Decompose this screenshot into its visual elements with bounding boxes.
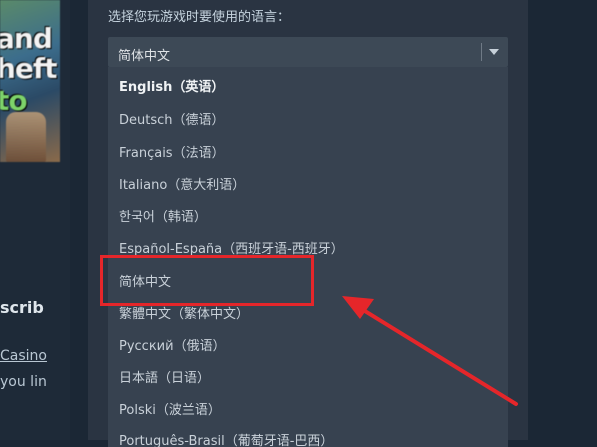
game-cover-image[interactable]: and heft to (0, 0, 60, 162)
subscribe-heading: scrib (0, 298, 44, 317)
annotation-highlight-box (100, 255, 314, 306)
game-logo-line: heft (0, 52, 57, 85)
language-option-russian[interactable]: Русский（俄语） (119, 334, 226, 360)
store-background: and heft to scrib Casino you lin (0, 0, 70, 440)
language-option-german[interactable]: Deutsch（德语） (119, 108, 225, 134)
language-option-japanese[interactable]: 日本語（日语） (119, 366, 210, 392)
language-option-korean[interactable]: 한국어（韩语） (119, 205, 207, 231)
character-figure (6, 112, 46, 162)
language-select-value: 简体中文 (118, 49, 171, 64)
language-option-english[interactable]: English（英语） (119, 75, 224, 101)
chevron-down-icon[interactable] (489, 49, 499, 55)
select-divider (481, 43, 482, 61)
casino-link[interactable]: Casino (0, 348, 47, 364)
language-prompt: 选择您玩游戏时要使用的语言： (108, 10, 291, 25)
language-option-portuguese-brazil[interactable]: Português-Brasil（葡萄牙语-巴西） (119, 429, 333, 447)
language-select[interactable]: 简体中文 (108, 37, 508, 67)
language-dialog: 选择您玩游戏时要使用的语言： 简体中文 English（英语） Deutsch（… (88, 0, 528, 447)
language-option-italian[interactable]: Italiano（意大利语） (119, 173, 245, 199)
link-text: you lin (0, 374, 47, 390)
language-option-french[interactable]: Français（法语） (119, 141, 225, 167)
game-logo-line: and (0, 22, 53, 55)
game-logo-line: to (0, 84, 28, 117)
language-option-polish[interactable]: Polski（波兰语） (119, 398, 221, 424)
